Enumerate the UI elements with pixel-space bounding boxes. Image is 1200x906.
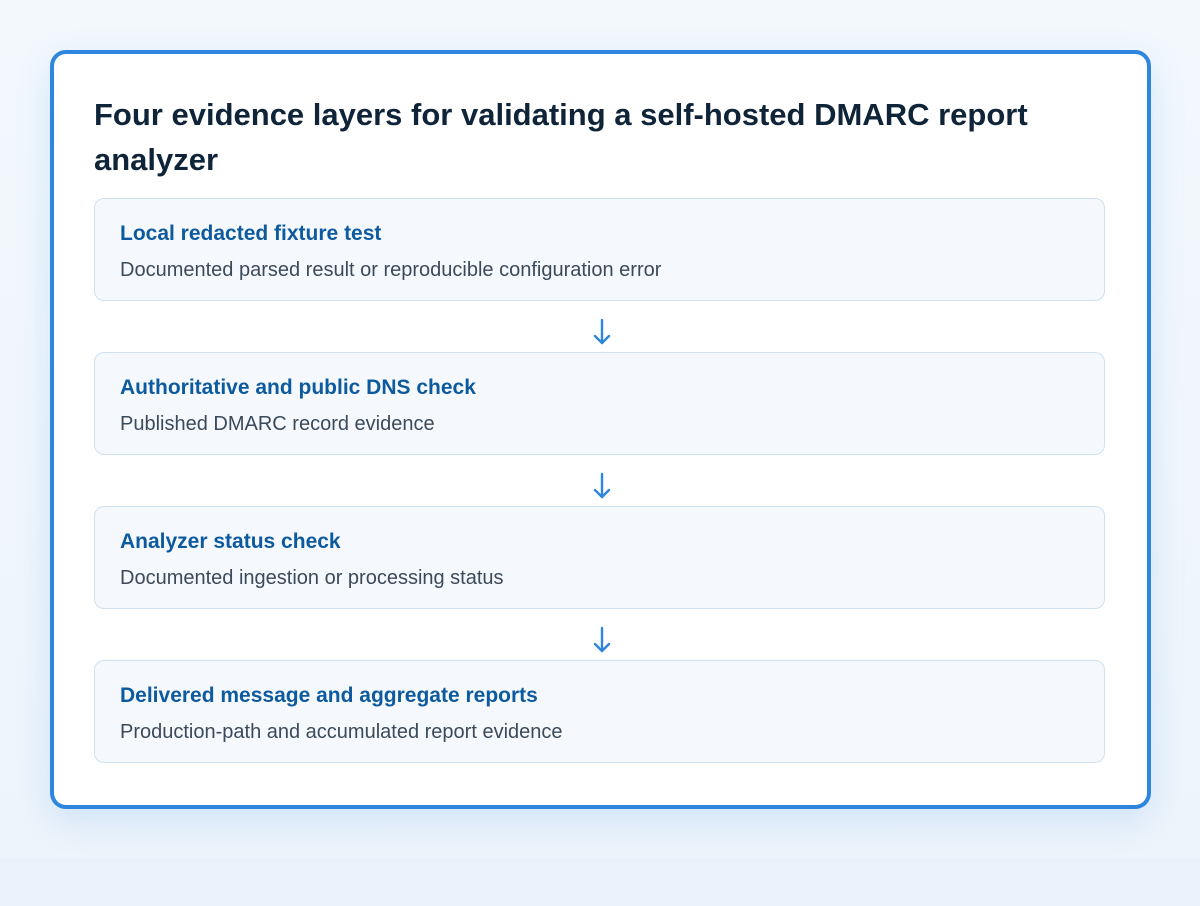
layer-description-1: Documented parsed result or reproducible… — [120, 259, 662, 281]
layer-description-4: Production-path and accumulated report e… — [120, 721, 563, 743]
page-background: Four evidence layers for validating a se… — [0, 0, 1200, 906]
bottom-band — [0, 858, 1200, 906]
layer-title-3: Analyzer status check — [120, 530, 341, 553]
arrow-down-icon — [593, 472, 611, 499]
layer-box-3: Analyzer status check Documented ingesti… — [94, 506, 1105, 609]
diagram-card: Four evidence layers for validating a se… — [50, 50, 1151, 809]
layer-title-1: Local redacted fixture test — [120, 222, 382, 245]
diagram-title: Four evidence layers for validating a se… — [94, 97, 1028, 177]
layer-box-2: Authoritative and public DNS check Publi… — [94, 352, 1105, 455]
layer-box-4: Delivered message and aggregate reports … — [94, 660, 1105, 763]
layer-title-2: Authoritative and public DNS check — [120, 376, 476, 399]
layer-description-2: Published DMARC record evidence — [120, 413, 435, 435]
arrow-down-icon — [593, 626, 611, 653]
layer-description-3: Documented ingestion or processing statu… — [120, 567, 504, 589]
layer-box-1: Local redacted fixture test Documented p… — [94, 198, 1105, 301]
arrow-down-icon — [593, 318, 611, 345]
layer-title-4: Delivered message and aggregate reports — [120, 684, 538, 707]
